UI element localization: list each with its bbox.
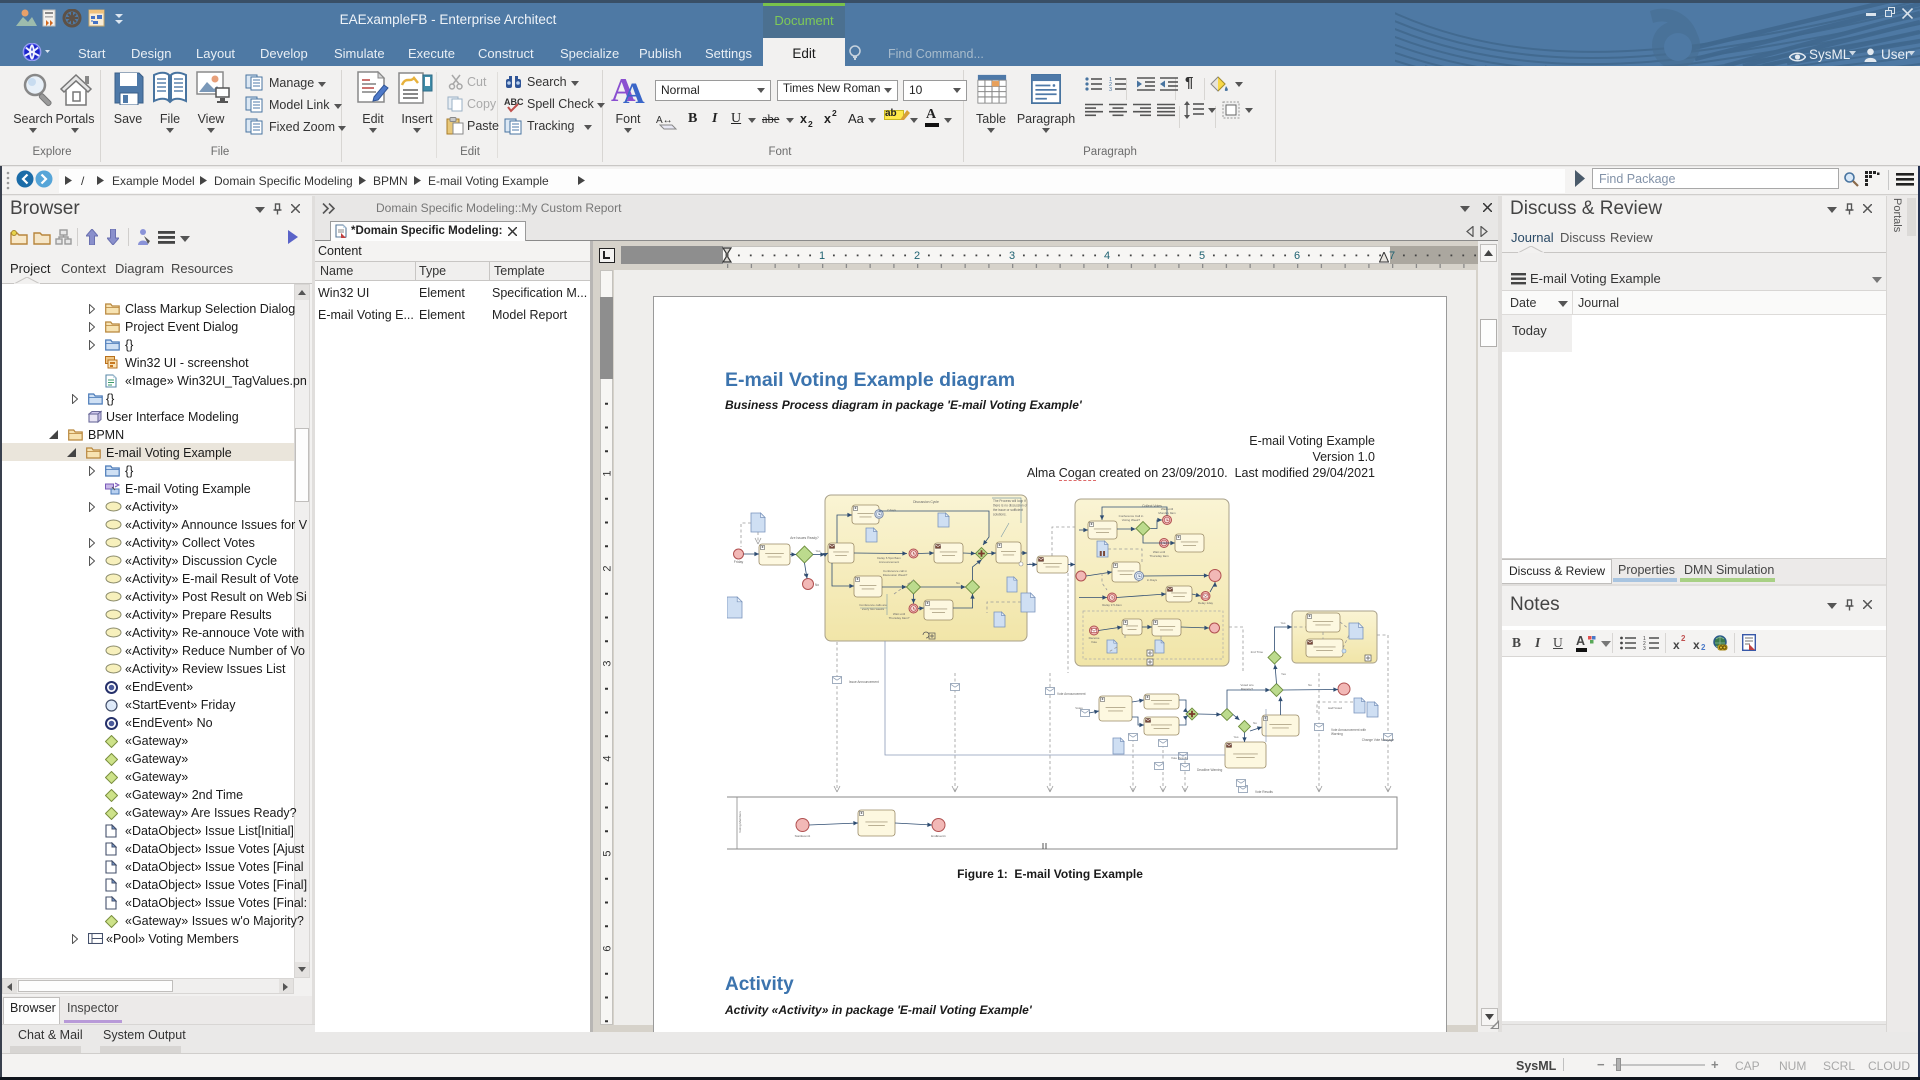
svg-text:Deadline Warning: Deadline Warning [1197, 768, 1222, 772]
svg-text:Vote: Vote [1091, 640, 1097, 644]
svg-text:solutions.: solutions. [993, 513, 1007, 517]
svg-text:StartEvent1: StartEvent1 [795, 834, 811, 838]
svg-text:1: 1 [819, 250, 825, 262]
svg-text:4: 4 [1104, 250, 1110, 262]
svg-text:Voting Week?: Voting Week? [1122, 518, 1141, 522]
svg-text:Warning: Warning [1331, 732, 1343, 736]
svg-text:Thursday 9am?: Thursday 9am? [889, 616, 910, 620]
svg-text:in Days: in Days [1147, 578, 1158, 582]
svg-text:3: 3 [602, 660, 614, 666]
svg-text:No: No [1253, 721, 1257, 725]
svg-text:Issue Announcement: Issue Announcement [849, 680, 879, 684]
svg-text:Votes: Votes [1075, 706, 1083, 710]
svg-text:1: 1 [602, 470, 614, 476]
svg-text:the issue or sufficient: the issue or sufficient [993, 508, 1023, 512]
svg-text:Relay 9 5-9am: Relay 9 5-9am [1102, 603, 1122, 607]
svg-text:The Process will loop if: The Process will loop if [993, 499, 1026, 503]
svg-text:3: 3 [1643, 646, 1646, 650]
svg-text:3: 3 [1009, 250, 1015, 262]
svg-text:2: 2 [914, 250, 920, 262]
svg-text:Discussion Cycle: Discussion Cycle [913, 500, 939, 504]
svg-text:Thursday 9am: Thursday 9am [1149, 554, 1169, 558]
svg-text:Yes: Yes [1281, 672, 1286, 676]
svg-text:Voting Members: Voting Members [738, 811, 742, 833]
svg-text:Vote Announcement: Vote Announcement [1057, 692, 1086, 696]
svg-text:A: A [623, 77, 645, 106]
svg-text:Majority?: Majority? [1241, 687, 1254, 691]
svg-text:Yes: Yes [1234, 735, 1239, 739]
svg-text:7: 7 [1389, 250, 1395, 262]
svg-text:Vote Results: Vote Results [1171, 756, 1188, 760]
svg-text:Yes: Yes [1281, 621, 1286, 625]
svg-text:6: 6 [602, 945, 614, 951]
svg-text:5: 5 [1199, 250, 1205, 262]
svg-text:No: No [815, 583, 819, 587]
svg-text:Are Issues Ready?: Are Issues Ready? [790, 536, 819, 540]
svg-text:6: 6 [1294, 250, 1300, 262]
svg-text:2: 2 [602, 565, 614, 571]
svg-text:Half Voted: Half Voted [1328, 706, 1342, 710]
svg-text:Vote Results: Vote Results [1255, 790, 1273, 794]
svg-text:No: No [1308, 683, 1312, 687]
svg-text:Announcement: Announcement [879, 560, 899, 564]
svg-text:ABC: ABC [504, 97, 524, 107]
svg-text:2nd Time: 2nd Time [1251, 650, 1264, 654]
svg-text:3: 3 [1109, 87, 1112, 92]
svg-text:Change Vote Message: Change Vote Message [1362, 738, 1394, 742]
svg-text:No: No [956, 581, 960, 585]
svg-text:EndEvent1: EndEvent1 [931, 834, 946, 838]
svg-text:Delay 1day: Delay 1day [1198, 601, 1214, 605]
svg-text:Friday: Friday [734, 560, 744, 564]
svg-text:Discussion Week?: Discussion Week? [883, 573, 908, 577]
svg-text:5: 5 [602, 850, 614, 856]
svg-text:there is no discussion of: there is no discussion of [993, 504, 1027, 508]
svg-text:Yes: Yes [816, 549, 821, 553]
svg-text:every two weeks: every two weeks [862, 607, 885, 611]
svg-text:4: 4 [602, 755, 614, 761]
svg-text:A↔: A↔ [656, 115, 673, 126]
